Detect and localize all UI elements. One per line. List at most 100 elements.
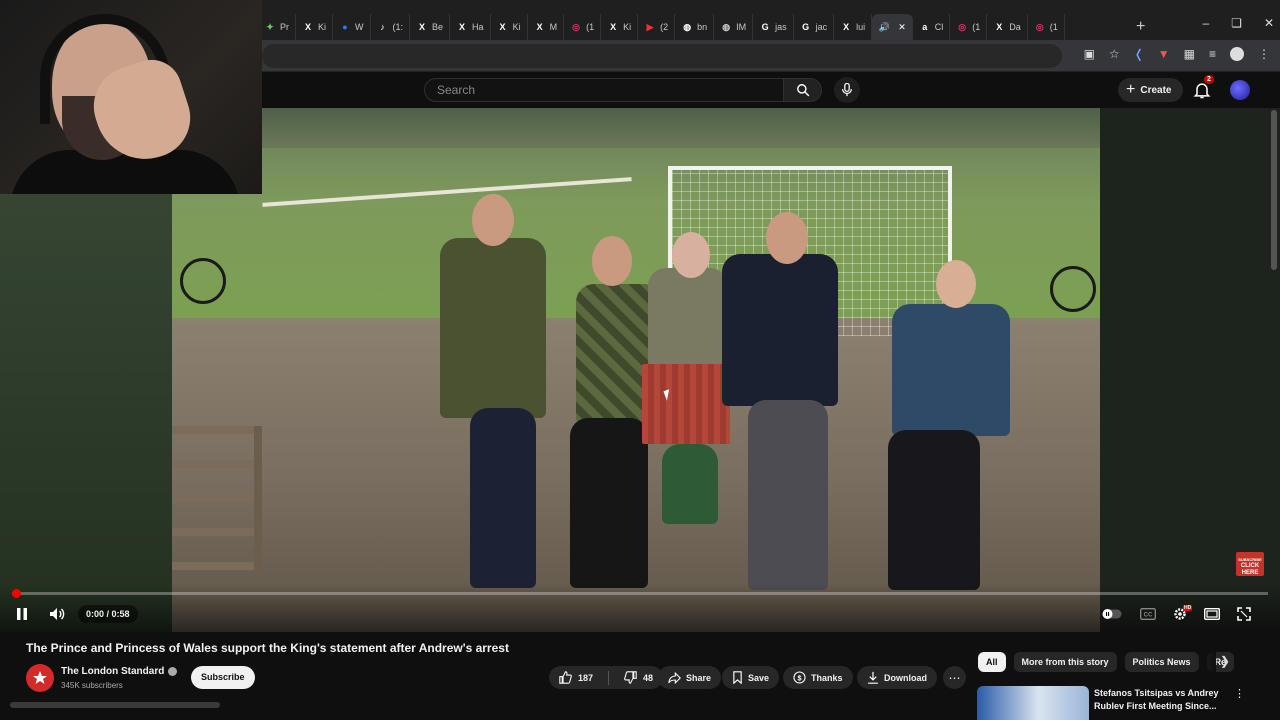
browser-tab[interactable]: ✦ Pr	[258, 14, 296, 40]
browser-tab[interactable]: ◎ (1	[1028, 14, 1065, 40]
chip-fade	[1196, 652, 1216, 672]
channel-avatar[interactable]	[26, 664, 54, 692]
minimize-icon[interactable]: –	[1202, 16, 1209, 30]
video-person-head	[766, 212, 808, 264]
subscribe-button[interactable]: Subscribe	[191, 666, 255, 689]
settings-button[interactable]: HD	[1170, 604, 1193, 624]
download-icon	[868, 671, 878, 684]
extension-shield-icon[interactable]: ▼	[1158, 47, 1170, 61]
more-vertical-icon[interactable]: ⋮	[1234, 687, 1245, 700]
captions-icon: CC	[1140, 608, 1156, 620]
browser-tab[interactable]: ◎ (1	[564, 14, 602, 40]
more-actions-button[interactable]: ⋯	[943, 666, 966, 689]
restore-icon[interactable]: ❏	[1231, 16, 1242, 30]
video-fence	[262, 177, 632, 207]
dislike-button[interactable]: 48	[614, 666, 663, 689]
browser-tab[interactable]: Xlui	[834, 14, 873, 40]
subtitles-button[interactable]: CC	[1138, 604, 1158, 624]
browser-tab[interactable]: ♪ (1:	[371, 14, 411, 40]
browser-tab[interactable]: ◍ bn	[675, 14, 715, 40]
close-window-icon[interactable]: ✕	[1264, 16, 1274, 30]
progress-bar[interactable]	[12, 592, 1268, 595]
reading-list-icon[interactable]: ≡	[1209, 47, 1216, 61]
x-icon: X	[996, 22, 1003, 32]
extensions-puzzle-icon[interactable]: ▦	[1184, 47, 1195, 61]
filter-chip[interactable]: Politics News	[1124, 652, 1199, 672]
browser-tab-label: Ki	[318, 22, 327, 32]
globe-icon: ◍	[722, 21, 731, 32]
share-button[interactable]: Share	[658, 666, 722, 689]
browser-tab[interactable]: ◎ (1	[950, 14, 988, 40]
search-button[interactable]	[784, 78, 822, 102]
browser-tab[interactable]: XM	[528, 14, 565, 40]
browser-tab[interactable]: X Be	[410, 14, 451, 40]
video-bike-wheel	[1050, 266, 1096, 312]
chevron-right-icon[interactable]: ❯	[1220, 654, 1230, 668]
account-avatar[interactable]	[1230, 80, 1250, 100]
browser-tab[interactable]: X Ki	[491, 14, 528, 40]
browser-tab-label: (2	[660, 22, 669, 32]
browser-tab[interactable]: Gjac	[794, 14, 835, 40]
tiktok-icon: ♪	[380, 22, 385, 32]
browser-tab[interactable]: X Ha	[450, 14, 491, 40]
video-title: The Prince and Princess of Wales support…	[26, 641, 509, 655]
save-button[interactable]: Save	[722, 666, 780, 689]
browser-tab[interactable]: 🔊 ✕	[872, 14, 913, 40]
filter-chip[interactable]: More from this story	[1013, 652, 1117, 672]
download-label: Download	[884, 672, 927, 683]
new-tab-button[interactable]: +	[1136, 18, 1145, 36]
filter-chip[interactable]: All	[978, 652, 1006, 672]
like-divider	[608, 670, 610, 685]
browser-tab[interactable]: ▶ (2	[638, 14, 676, 40]
instagram-icon: ◎	[572, 21, 580, 32]
download-button[interactable]: Download	[857, 666, 937, 689]
recommended-video-title[interactable]: Stefanos Tsitsipas vs Andrey Rublev Firs…	[1094, 687, 1224, 713]
browser-tab[interactable]: ● W	[333, 14, 371, 40]
voice-search-button[interactable]	[834, 77, 860, 103]
channel-name-text: The London Standard	[61, 666, 165, 677]
browser-tab-label: W	[355, 22, 364, 32]
fullscreen-icon	[1237, 607, 1251, 621]
browser-menu-icon[interactable]: ⋮	[1258, 47, 1270, 61]
instagram-icon: ◎	[1035, 21, 1044, 32]
browser-tab[interactable]: X Ki	[296, 14, 334, 40]
like-button[interactable]: 187	[549, 666, 603, 689]
close-tab-icon[interactable]: ✕	[898, 22, 906, 33]
mute-button[interactable]	[47, 604, 67, 624]
browser-tab[interactable]: Gjas	[753, 14, 794, 40]
create-button[interactable]: + Create	[1118, 78, 1184, 102]
video-person-head	[936, 260, 976, 308]
video-person	[570, 418, 648, 588]
pause-button[interactable]	[12, 604, 32, 624]
browser-tab[interactable]: X Da	[987, 14, 1028, 40]
browser-tabs: ✦ Pr X Ki ● W ♪ (1: X Be X Ha X Ki X M ◎ (1 X Ki ▶ (2 ◍ bn ◍ IM Gj…	[258, 14, 1065, 40]
autoplay-toggle[interactable]	[1102, 604, 1122, 624]
thanks-button[interactable]: $ Thanks	[783, 666, 853, 689]
fullscreen-button[interactable]	[1234, 604, 1254, 624]
extension-audio-icon[interactable]: ❬	[1134, 47, 1144, 61]
plus-icon: +	[1126, 81, 1136, 98]
thumbs-up-icon	[559, 671, 572, 684]
profile-icon[interactable]	[1230, 47, 1244, 61]
browser-tab[interactable]: a Cl	[913, 14, 951, 40]
theater-mode-button[interactable]	[1202, 604, 1222, 624]
video-person	[470, 408, 536, 588]
vertical-scrollbar[interactable]	[1271, 110, 1277, 270]
install-app-icon[interactable]: ▣	[1084, 47, 1095, 61]
toolbar-icons: ▣ ☆ ❬ ▼ ▦ ≡ ⋮	[1084, 47, 1270, 61]
subscribe-sticker[interactable]: SUBSCRIBE CLICK HERE	[1236, 552, 1264, 576]
horizontal-scrollbar[interactable]	[10, 702, 220, 708]
search-input[interactable]	[425, 79, 783, 101]
video-frame	[172, 108, 1100, 632]
browser-tab-label: Ha	[472, 22, 484, 32]
bookmark-star-icon[interactable]: ☆	[1109, 47, 1120, 61]
browser-tab[interactable]: ◍ IM	[714, 14, 754, 40]
scrubber-handle[interactable]	[12, 589, 21, 598]
address-bar[interactable]	[262, 44, 1062, 68]
thanks-dollar-icon: $	[793, 671, 806, 684]
recommended-video-thumbnail[interactable]	[977, 686, 1089, 720]
x-icon: X	[499, 22, 506, 32]
channel-name[interactable]: The London Standard	[61, 666, 178, 677]
video-info-area: The Prince and Princess of Wales support…	[0, 632, 1280, 720]
browser-tab[interactable]: X Ki	[601, 14, 639, 40]
